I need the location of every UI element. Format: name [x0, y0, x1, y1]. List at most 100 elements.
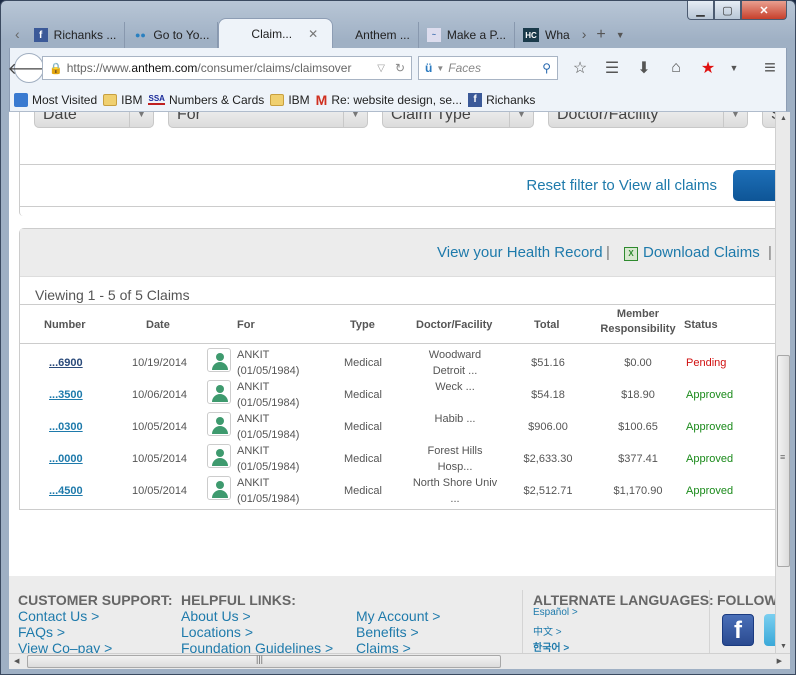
claim-total: $2,512.71 — [523, 485, 573, 497]
column-status[interactable]: Status — [684, 318, 718, 333]
benefits-link[interactable]: Benefits > — [356, 624, 419, 640]
foundation-guidelines-link[interactable]: Foundation Guidelines > — [181, 640, 333, 653]
claim-date: 10/05/2014 — [132, 453, 188, 465]
apply-filter-button[interactable] — [733, 170, 775, 201]
download-icon[interactable]: ⬇ — [628, 58, 660, 78]
view-copay-link[interactable]: View Co–pay > — [18, 640, 112, 653]
claim-number-link[interactable]: ...0000 — [49, 451, 83, 467]
column-type[interactable]: Type — [350, 318, 375, 333]
bookmark-ibm-folder-2[interactable]: IBM — [270, 93, 310, 107]
avatar-icon — [207, 412, 231, 436]
download-label: Download Claims — [643, 244, 760, 261]
search-icon[interactable]: ⚲ — [542, 61, 551, 75]
url-dropdown-icon[interactable]: ▽ — [377, 63, 385, 74]
view-health-record-link[interactable]: View your Health Record — [437, 244, 603, 261]
tab-claims[interactable]: Claim... ✕ — [218, 18, 334, 48]
date-filter-dropdown[interactable]: Date ▼ — [34, 112, 154, 128]
korean-link[interactable]: 한국어 > — [533, 639, 569, 653]
claim-number-link[interactable]: ...3500 — [49, 387, 83, 403]
search-box[interactable]: ü ▼ Faces ⚲ — [418, 56, 558, 80]
horizontal-scrollbar[interactable]: ◀ ||| ▶ — [9, 653, 790, 669]
vertical-scroll-thumb[interactable]: ≡ — [777, 355, 790, 567]
tab-richanks[interactable]: f Richanks ... — [26, 22, 126, 48]
avatar-icon — [207, 444, 231, 468]
reset-filter-link[interactable]: Reset filter to View all claims — [526, 177, 717, 194]
download-claims-link[interactable]: X Download Claims — [624, 244, 760, 261]
table-header: Number Date For Type Doctor/Facility Tot… — [20, 304, 775, 344]
twitter-icon[interactable] — [764, 614, 775, 646]
new-tab-icon[interactable]: + — [590, 26, 611, 48]
claim-number-link[interactable]: ...4500 — [49, 483, 83, 499]
doctor-facility: North Shore Univ... — [412, 477, 498, 505]
for-filter-dropdown[interactable]: For ▼ — [168, 112, 368, 128]
bookmark-richanks[interactable]: f Richanks — [468, 92, 535, 107]
bookmark-star-icon[interactable]: ☆ — [564, 58, 596, 78]
locations-link[interactable]: Locations > — [181, 624, 253, 640]
tab-anthem[interactable]: Anthem ... — [333, 22, 419, 48]
claims-header: View your Health Record | X Download Clai… — [20, 229, 775, 277]
facebook-icon[interactable]: f — [722, 614, 754, 646]
addon-dropdown-icon[interactable]: ▼ — [724, 63, 744, 73]
column-total[interactable]: Total — [534, 318, 559, 333]
menu-icon[interactable]: ≡ — [754, 57, 786, 80]
tab-scroll-left-icon[interactable]: ‹ — [9, 26, 26, 48]
tab-label: Richanks ... — [53, 28, 117, 42]
addon-star-icon[interactable]: ★ — [692, 58, 724, 78]
bookmark-most-visited[interactable]: Most Visited — [14, 92, 97, 107]
bookmark-gmail[interactable]: M Re: website design, se... — [316, 92, 462, 108]
chinese-link[interactable]: 中文 > — [533, 623, 562, 638]
search-engine-dropdown-icon[interactable]: ▼ — [436, 64, 444, 73]
reload-icon[interactable]: ↻ — [389, 61, 411, 75]
scroll-up-icon[interactable]: ▲ — [780, 115, 787, 122]
folder-icon — [103, 93, 118, 106]
search-engine-icon[interactable]: ü — [425, 61, 432, 75]
home-icon[interactable]: ⌂ — [660, 59, 692, 77]
table-row: ...0300 10/05/2014 ANKIT (01/05/1984) Medica… — [20, 411, 775, 443]
close-tab-icon[interactable]: ✕ — [308, 27, 318, 41]
claim-number-link[interactable]: ...0300 — [49, 419, 83, 435]
header-line: Responsibility — [600, 323, 676, 335]
contact-us-link[interactable]: Contact Us > — [18, 608, 99, 624]
tab-list-icon[interactable]: ▼ — [612, 30, 629, 48]
tab-label: Claim... — [251, 26, 293, 41]
claims-link[interactable]: Claims > — [356, 640, 411, 653]
claim-type-filter-dropdown[interactable]: Claim Type ▼ — [382, 112, 534, 128]
claim-status: Approved — [686, 453, 734, 465]
divider — [709, 590, 710, 653]
claim-number-link[interactable]: ...6900 — [49, 355, 83, 371]
reading-list-icon[interactable]: ☰ — [596, 58, 628, 78]
column-doctor-facility[interactable]: Doctor/Facility — [416, 318, 492, 333]
about-us-link[interactable]: About Us > — [181, 608, 251, 624]
avatar-icon — [207, 348, 231, 372]
claim-filters: Date ▼ For ▼ Claim Type ▼ Doctor/Facility ▼ … — [19, 112, 775, 164]
faqs-link[interactable]: FAQs > — [18, 624, 65, 640]
scroll-left-icon[interactable]: ◀ — [14, 657, 19, 665]
bookmark-ibm-folder[interactable]: IBM — [103, 93, 142, 107]
claim-status: Approved — [686, 485, 734, 497]
column-for[interactable]: For — [237, 318, 255, 333]
tab-what[interactable]: HC Wha — [515, 22, 578, 48]
horizontal-scroll-thumb[interactable]: ||| — [27, 654, 501, 668]
tab-go-to[interactable]: ●● Go to Yo... — [125, 22, 219, 48]
bookmark-numbers-cards[interactable]: SSA Numbers & Cards — [148, 93, 264, 107]
status-filter-dropdown[interactable]: S — [762, 112, 775, 128]
doctor-filter-dropdown[interactable]: Doctor/Facility ▼ — [548, 112, 748, 128]
url-bar[interactable]: 🔒 https://www.anthem.com/consumer/claims… — [42, 56, 412, 80]
my-account-link[interactable]: My Account > — [356, 608, 440, 624]
grip-icon: ≡ — [780, 452, 786, 462]
column-number[interactable]: Number — [44, 318, 86, 333]
scroll-right-icon[interactable]: ▶ — [777, 657, 782, 665]
scroll-down-icon[interactable]: ▼ — [780, 643, 787, 650]
claim-date: 10/05/2014 — [132, 421, 188, 433]
back-button[interactable]: 🡐 — [8, 53, 50, 83]
tab-make-payment[interactable]: ~ Make a P... — [419, 22, 516, 48]
url-text: https://www.anthem.com/consumer/claims/c… — [66, 61, 352, 75]
vertical-scrollbar[interactable]: ▲ ≡ ▼ — [775, 112, 790, 653]
doctor-facility: Forest Hills Hosp... — [427, 445, 483, 473]
column-member-responsibility[interactable]: Member Responsibility — [598, 307, 678, 337]
column-date[interactable]: Date — [146, 318, 170, 333]
tab-scroll-right-icon[interactable]: › — [578, 26, 591, 48]
member-responsibility: $1,170.90 — [613, 485, 663, 497]
claim-date: 10/19/2014 — [132, 357, 188, 369]
spanish-link[interactable]: Español > — [533, 607, 578, 618]
